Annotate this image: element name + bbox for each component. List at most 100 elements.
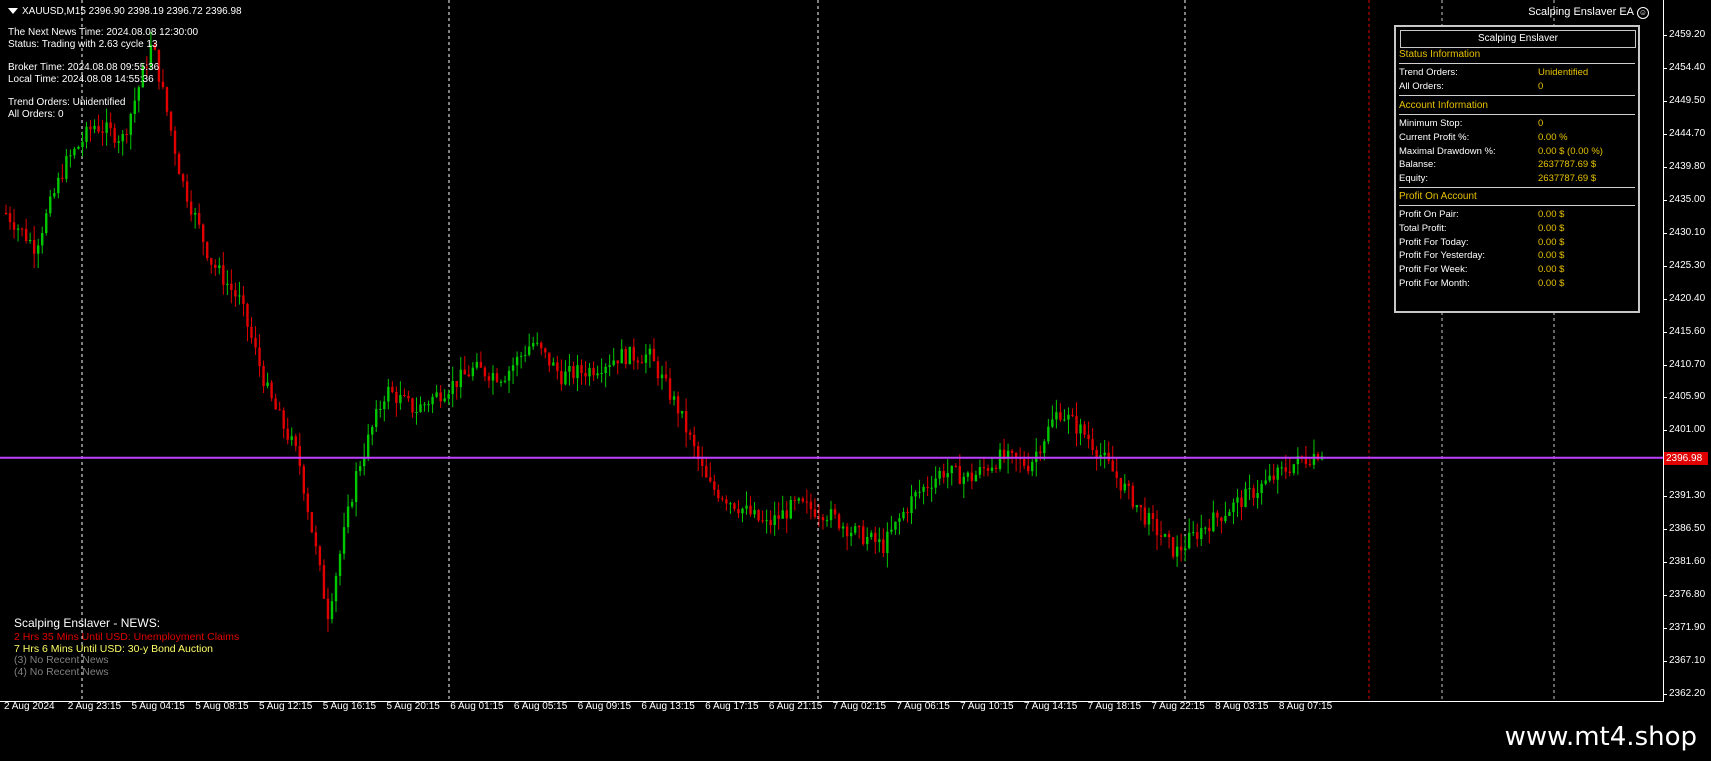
candle-body xyxy=(990,467,994,471)
candle-body xyxy=(206,242,209,259)
dropdown-triangle-icon[interactable] xyxy=(8,8,18,15)
time-tick-label: 2 Aug 23:15 xyxy=(67,701,122,712)
candle xyxy=(938,467,941,486)
candle-body xyxy=(1055,412,1058,420)
candle-body xyxy=(1212,512,1215,532)
panel-row-label: Equity: xyxy=(1399,173,1429,185)
candle-body xyxy=(853,526,857,533)
candle-body xyxy=(306,493,310,513)
candle xyxy=(568,354,571,386)
candle xyxy=(1002,438,1006,463)
candle xyxy=(882,528,885,558)
candle xyxy=(302,463,306,501)
candle-body xyxy=(250,326,253,338)
candle xyxy=(310,511,314,534)
candle xyxy=(942,463,945,484)
candle-body xyxy=(745,505,748,509)
candle-body xyxy=(423,404,426,406)
profit-section-title: Profit On Account xyxy=(1399,191,1477,202)
candle xyxy=(1196,523,1199,548)
candle-body xyxy=(85,126,88,142)
candle-body xyxy=(821,517,825,521)
candle-body xyxy=(479,362,483,368)
candle-body xyxy=(644,354,648,363)
candle-body xyxy=(1022,459,1026,466)
candle xyxy=(737,500,740,519)
candle xyxy=(697,441,700,472)
candle xyxy=(479,351,483,368)
candle xyxy=(491,365,495,395)
candle-body xyxy=(1252,488,1255,498)
candle xyxy=(725,495,728,511)
info-line: All Orders: 0 xyxy=(8,108,64,120)
divider xyxy=(1399,205,1635,206)
candle-body xyxy=(878,539,881,542)
candle-body xyxy=(411,398,414,413)
candle-body xyxy=(1308,463,1312,465)
ea-info-panel: Scalping Enslaver Status Information Tre… xyxy=(1394,25,1640,313)
candle xyxy=(1115,457,1118,488)
candle-body xyxy=(298,446,301,467)
time-tick-label: 6 Aug 17:15 xyxy=(705,701,759,712)
candle xyxy=(990,458,994,473)
candle xyxy=(757,509,760,523)
candle-body xyxy=(902,511,905,519)
candle-body xyxy=(254,337,257,348)
symbol-header[interactable]: XAUUSD,M15 2396.90 2398.19 2396.72 2396.… xyxy=(8,6,242,18)
candle xyxy=(1135,504,1139,513)
news-title: Scalping Enslaver - NEWS: xyxy=(14,616,161,630)
candle xyxy=(862,520,865,546)
candle xyxy=(1232,498,1235,525)
candle-body xyxy=(680,410,684,414)
candle xyxy=(584,361,587,385)
candle xyxy=(487,372,491,388)
candle xyxy=(664,361,668,382)
candle-body xyxy=(1228,512,1231,516)
candle-body xyxy=(65,156,68,179)
candle-body xyxy=(886,531,889,553)
candle xyxy=(536,332,539,347)
candle-body xyxy=(310,512,314,533)
expert-advisor-label[interactable]: Scalping Enslaver EA ☺ xyxy=(1528,6,1649,19)
candle xyxy=(238,281,241,305)
candle xyxy=(946,458,949,489)
candle xyxy=(41,226,44,254)
candle xyxy=(886,522,889,568)
candle xyxy=(608,354,611,377)
panel-row-value: 0.00 $ xyxy=(1538,236,1565,248)
candle xyxy=(982,456,986,477)
candle xyxy=(914,490,917,510)
time-tick-label: 6 Aug 09:15 xyxy=(577,701,632,712)
divider xyxy=(1399,63,1635,64)
candle-body xyxy=(866,537,869,545)
candle xyxy=(644,343,648,374)
candle xyxy=(572,361,575,384)
candle xyxy=(777,502,780,530)
candle xyxy=(306,487,310,520)
candle-body xyxy=(238,295,241,297)
candle-body xyxy=(994,467,998,469)
candle-body xyxy=(1095,449,1098,458)
candle xyxy=(1268,464,1271,483)
candle xyxy=(552,357,555,366)
candle xyxy=(133,87,136,123)
candle-body xyxy=(1220,517,1223,522)
candle xyxy=(845,523,849,551)
candle-body xyxy=(857,526,861,528)
panel-row-label: Profit For Today: xyxy=(1399,236,1469,248)
candle-body xyxy=(137,87,141,101)
candle-body xyxy=(833,509,837,515)
price-tick-mark xyxy=(1663,496,1667,498)
candle-body xyxy=(286,428,289,440)
candle-body xyxy=(511,365,515,371)
candle xyxy=(729,501,732,514)
candle xyxy=(1031,459,1034,477)
candle xyxy=(270,380,273,402)
candle xyxy=(109,112,112,137)
price-tick-label: 2420.40 xyxy=(1669,292,1706,304)
candle xyxy=(419,396,422,413)
candle-body xyxy=(101,131,104,133)
candle xyxy=(1155,510,1159,551)
watermark-text: www.mt4.shop xyxy=(1504,722,1697,752)
candle-body xyxy=(503,380,507,382)
